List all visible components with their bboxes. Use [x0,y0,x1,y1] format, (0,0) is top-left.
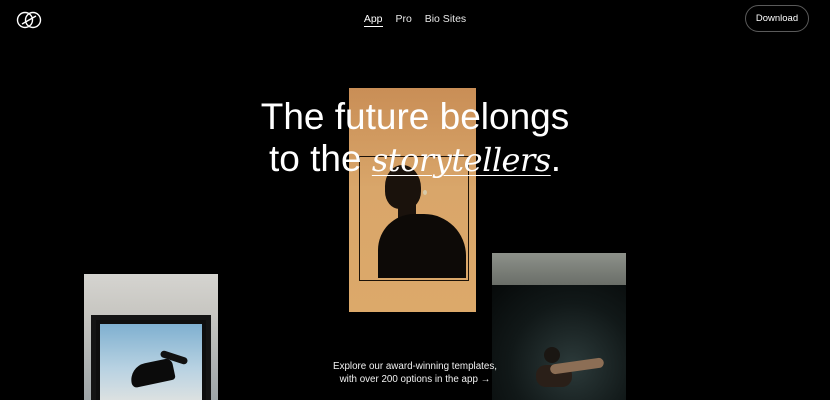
arrow-right-icon[interactable]: → [481,374,491,385]
nav-item-bio-sites[interactable]: Bio Sites [425,13,466,25]
hero-line-2-prefix: to the [269,138,372,179]
nav-item-app[interactable]: App [363,13,383,27]
promo-line-1: Explore our award-winning templates, [333,361,497,372]
main-nav: App Pro Bio Sites [0,13,830,27]
hero-line-2-suffix: . [550,138,561,179]
download-button[interactable]: Download [745,5,809,32]
film-frame [91,315,211,400]
hero-headline: The future belongs to the storytellers. [0,96,830,181]
pool-edge [492,253,626,285]
hero-line-1: The future belongs [260,96,570,137]
promo-line-2: with over 200 options in the app [339,374,478,385]
nav-item-pro[interactable]: Pro [395,13,411,25]
hero-italic-word: storytellers [371,141,551,179]
earring [423,190,427,195]
templates-promo[interactable]: Explore our award-winning templates, wit… [0,360,830,386]
